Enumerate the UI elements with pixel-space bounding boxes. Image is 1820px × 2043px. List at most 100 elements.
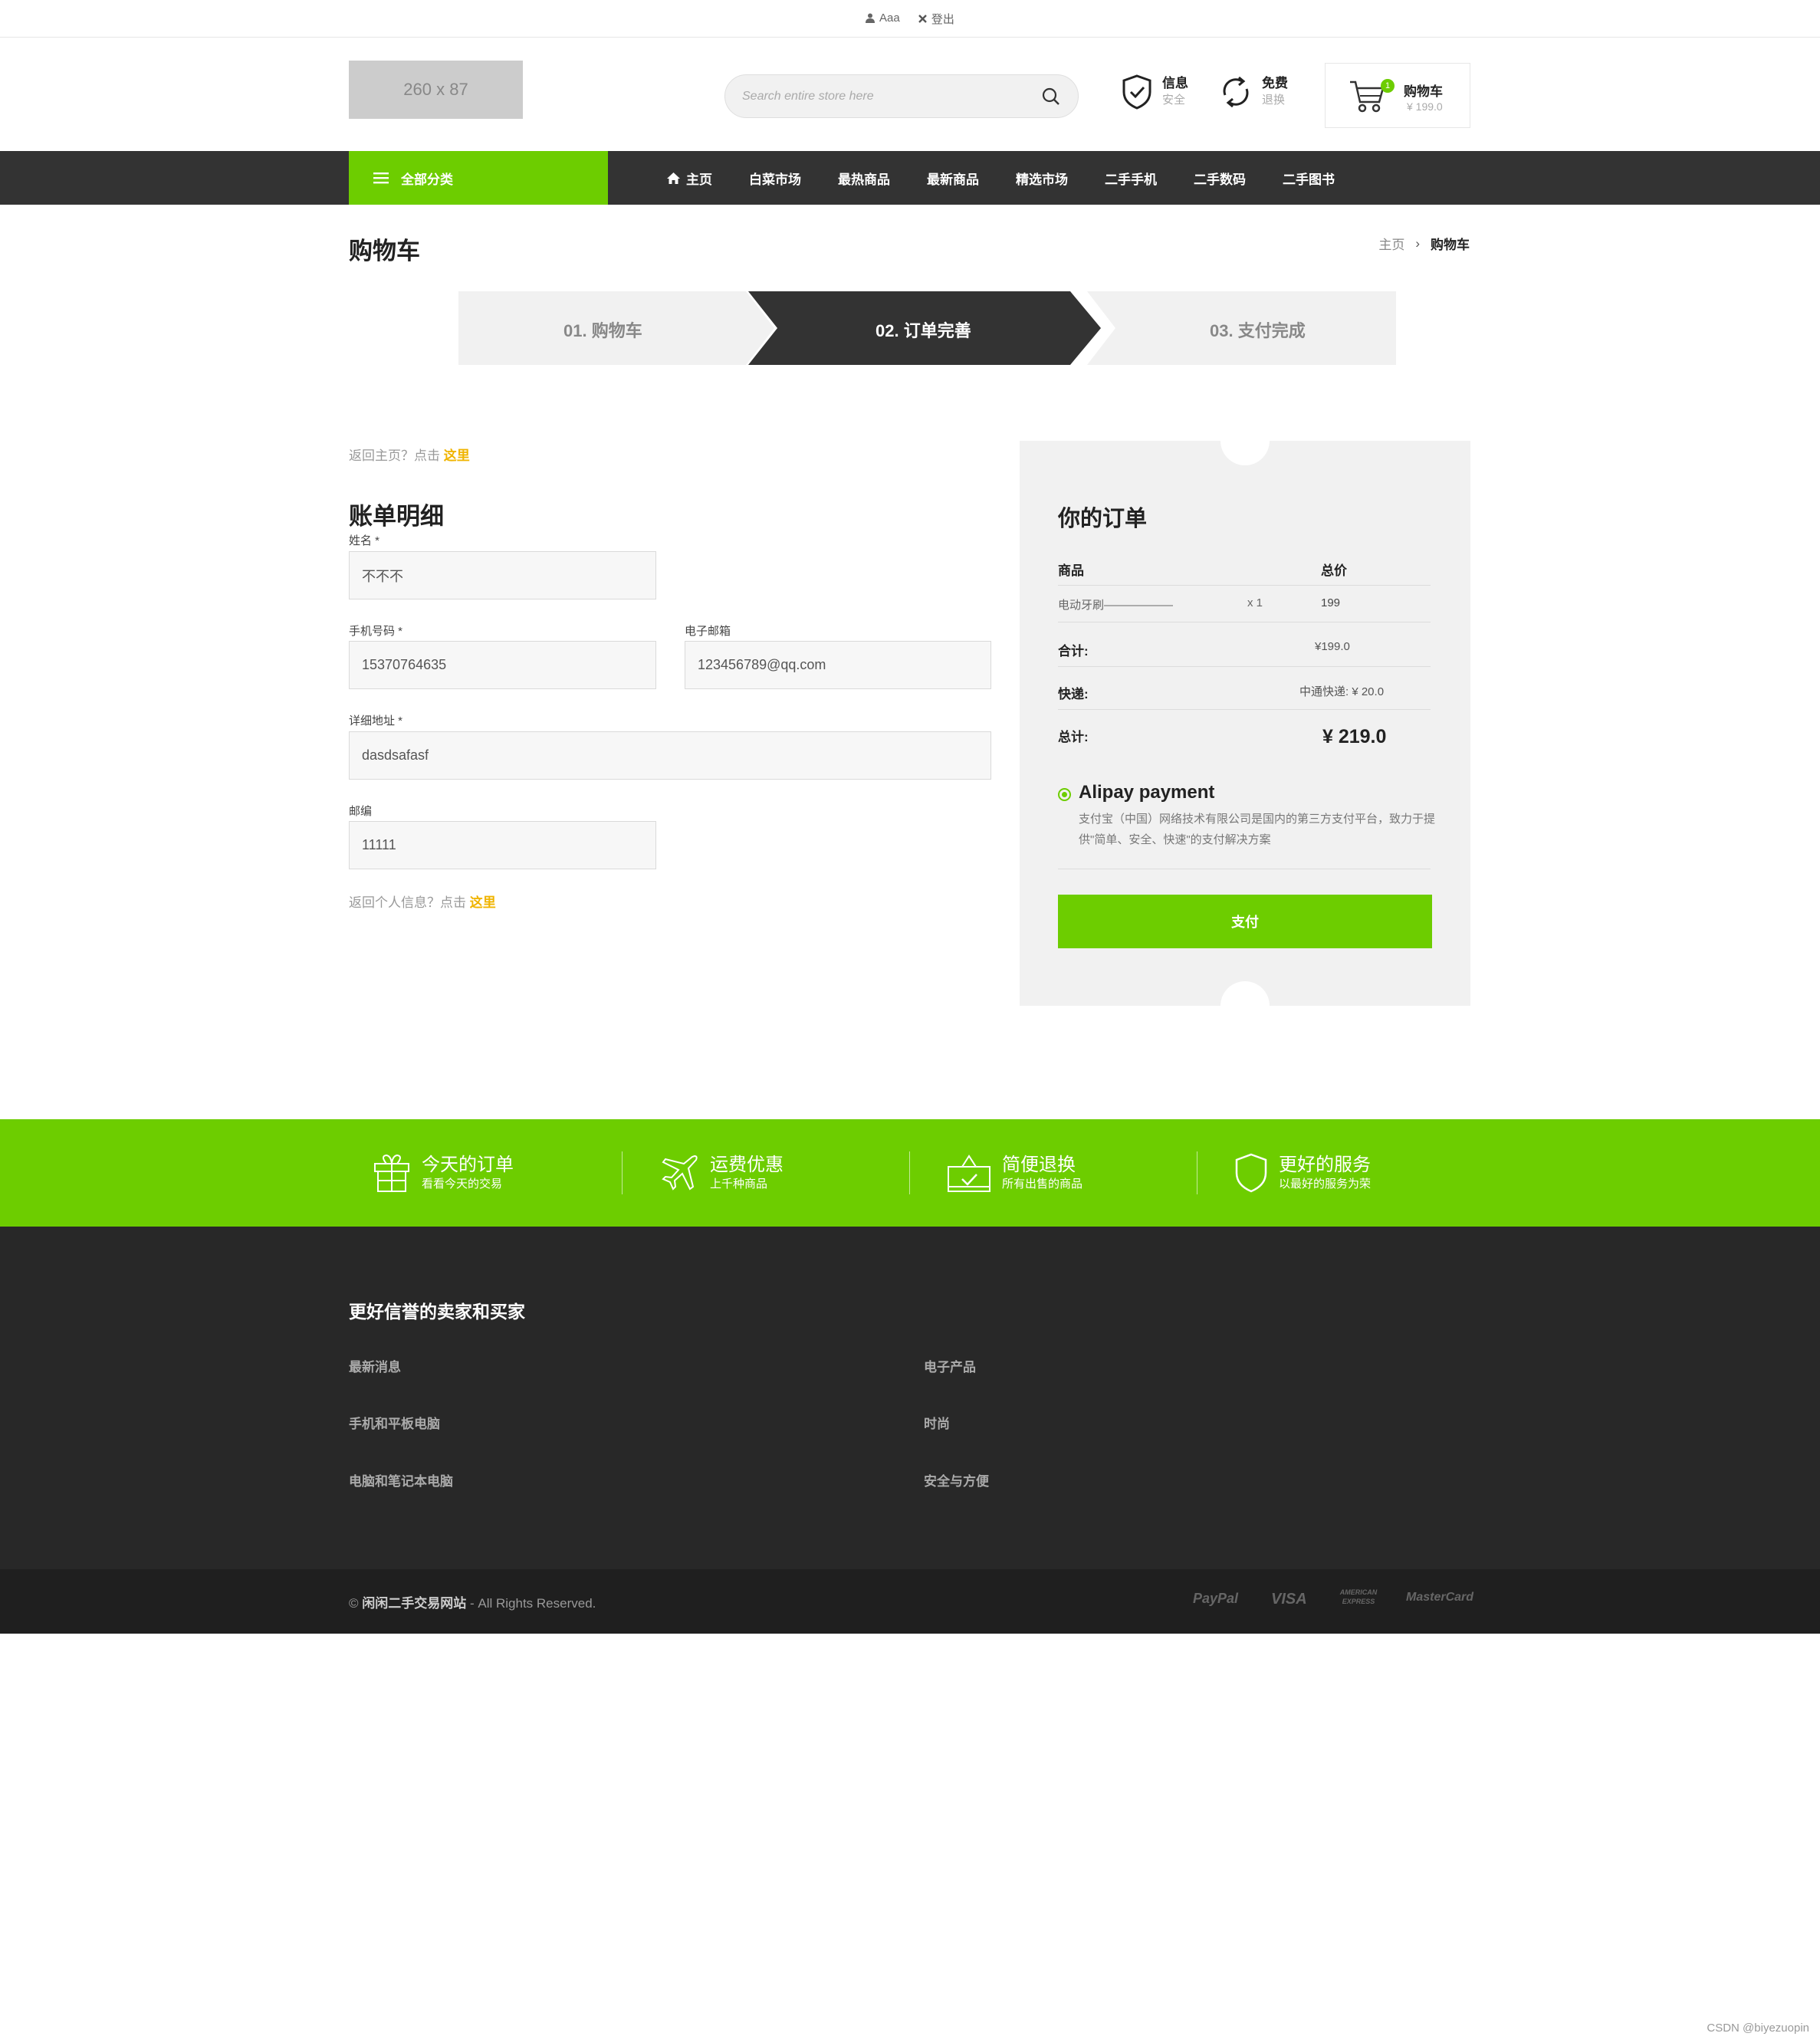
footer-link[interactable]: 电子产品 — [924, 1356, 976, 1375]
feature-exchange: 免费 退换 — [1219, 73, 1288, 111]
feature-sub: 看看今天的交易 — [422, 1178, 503, 1191]
feature-divider — [622, 1151, 623, 1194]
user-name: Aaa — [879, 11, 900, 25]
total-value: ¥ 219.0 — [1322, 726, 1387, 747]
back-home-link[interactable]: 这里 — [444, 448, 470, 463]
ticket-notch-bottom — [1220, 981, 1270, 1030]
all-categories-button[interactable]: 全部分类 — [349, 151, 608, 205]
shield-check-icon — [1122, 74, 1151, 110]
nav-item-phones[interactable]: 二手手机 — [1105, 169, 1157, 188]
feature-sub: 以最好的服务为荣 — [1279, 1178, 1372, 1191]
address-label: 详细地址 * — [349, 714, 403, 728]
nav-item-books[interactable]: 二手图书 — [1283, 169, 1335, 188]
user-icon — [866, 13, 876, 23]
order-summary: 你的订单 商品 总价 电动牙刷—————— x 1 199 合计: ¥199.0… — [1020, 416, 1470, 1030]
nav-item-hot[interactable]: 最热商品 — [838, 169, 890, 188]
footer-bottom: © 闲闲二手交易网站 - All Rights Reserved. PayPal… — [0, 1569, 1820, 1634]
step-order: 02. 订单完善 — [876, 321, 971, 340]
search-box — [724, 74, 1079, 118]
phone-field[interactable] — [349, 641, 656, 689]
user-link[interactable]: Aaa — [866, 11, 900, 25]
feature-returns: 简便退换 所有出售的商品 — [947, 1150, 1082, 1196]
back-home-text: 返回主页？点击 这里 — [349, 445, 470, 464]
visa-logo: VISA — [1271, 1591, 1307, 1608]
footer-link[interactable]: 时尚 — [924, 1413, 950, 1432]
nav-item-new[interactable]: 最新商品 — [927, 169, 979, 188]
back-info-link[interactable]: 这里 — [470, 895, 496, 910]
feature-exchange-title: 免费 — [1262, 76, 1288, 90]
billing-title: 账单明细 — [349, 503, 444, 530]
logo-placeholder[interactable]: 260 x 87 — [349, 61, 523, 119]
feature-divider — [909, 1151, 910, 1194]
cart-title: 购物车 — [1404, 84, 1443, 99]
feature-shipping: 运费优惠 上千种商品 — [659, 1150, 784, 1196]
feature-security-title: 信息 — [1162, 76, 1188, 90]
item-price: 199 — [1321, 596, 1341, 609]
ticket-notch-top — [1220, 416, 1270, 465]
feature-title: 运费优惠 — [710, 1155, 784, 1175]
shipping-label: 快递: — [1058, 687, 1089, 701]
cart-price: ¥ 199.0 — [1407, 100, 1443, 113]
feature-title: 简便退换 — [1002, 1155, 1076, 1175]
payment-description: 支付宝（中国）网络技术有限公司是国内的第三方支付平台，致力于提供"简单、安全、快… — [1079, 813, 1436, 846]
col-product: 商品 — [1058, 563, 1084, 578]
search-input[interactable] — [742, 86, 1018, 107]
feature-security-sub: 安全 — [1162, 94, 1186, 107]
search-icon[interactable] — [1041, 87, 1061, 107]
feature-service: 更好的服务 以最好的服务为荣 — [1234, 1150, 1371, 1196]
feature-security: 信息 安全 — [1121, 73, 1188, 111]
back-info-prefix: 返回个人信息？点击 — [349, 895, 466, 910]
footer-link[interactable]: 手机和平板电脑 — [349, 1413, 440, 1432]
breadcrumb-current: 购物车 — [1431, 238, 1470, 252]
return-box-icon — [948, 1155, 990, 1192]
feature-today-orders: 今天的订单 看看今天的交易 — [373, 1150, 514, 1196]
pay-button[interactable]: 支付 — [1058, 895, 1432, 948]
phone-label: 手机号码 * — [349, 625, 403, 638]
shipping-value: 中通快递: ¥ 20.0 — [1299, 685, 1385, 698]
email-field[interactable] — [685, 641, 991, 689]
footer-heading: 更好信誉的卖家和买家 — [349, 1302, 525, 1322]
footer: 更好信誉的卖家和买家 最新消息 手机和平板电脑 电脑和笔记本电脑 电子产品 时尚… — [0, 1227, 1820, 1569]
logout-link[interactable]: 登出 — [918, 11, 954, 27]
home-icon — [667, 172, 680, 184]
feature-sub: 上千种商品 — [710, 1178, 768, 1191]
cart-count-badge: 1 — [1381, 79, 1395, 93]
mastercard-logo: MasterCard — [1406, 1591, 1474, 1604]
name-label: 姓名 * — [349, 534, 380, 547]
address-field[interactable] — [349, 731, 991, 780]
payment-method-title[interactable]: Alipay payment — [1079, 782, 1214, 803]
subtotal-label: 合计: — [1058, 644, 1089, 659]
nav-item-label: 主页 — [686, 172, 712, 187]
name-field[interactable] — [349, 551, 656, 599]
step-cart: 01. 购物车 — [563, 321, 642, 340]
nav-item-digital[interactable]: 二手数码 — [1194, 169, 1246, 188]
copyright: © 闲闲二手交易网站 - All Rights Reserved. — [349, 1592, 596, 1611]
feature-title: 今天的订单 — [422, 1155, 514, 1175]
nav-item-home[interactable]: 主页 — [667, 169, 712, 188]
footer-link[interactable]: 最新消息 — [349, 1356, 401, 1375]
logout-label: 登出 — [931, 13, 954, 26]
item-qty: x 1 — [1247, 596, 1263, 609]
cart-icon — [1350, 80, 1385, 113]
checkout-steps: 01. 购物车 02. 订单完善 03. 支付完成 — [458, 291, 1396, 365]
feature-title: 更好的服务 — [1279, 1155, 1371, 1175]
nav-item-featured[interactable]: 精选市场 — [1016, 169, 1068, 188]
refresh-icon — [1223, 76, 1249, 108]
zip-field[interactable] — [349, 821, 656, 869]
nav-item-bargain[interactable]: 白菜市场 — [749, 169, 801, 188]
footer-link[interactable]: 安全与方便 — [924, 1470, 989, 1490]
gift-icon — [374, 1154, 409, 1192]
shield-icon — [1235, 1153, 1267, 1193]
footer-link[interactable]: 电脑和笔记本电脑 — [349, 1470, 453, 1490]
copyright-site: 闲闲二手交易网站 — [362, 1596, 467, 1611]
step-payment: 03. 支付完成 — [1210, 321, 1306, 340]
airplane-icon — [662, 1155, 698, 1191]
cart-button[interactable]: 1 购物车 ¥ 199.0 — [1325, 63, 1470, 128]
watermark: CSDN @biyezuopin — [1707, 2022, 1809, 2035]
breadcrumb-home[interactable]: 主页 — [1378, 234, 1404, 253]
payment-radio[interactable] — [1058, 788, 1071, 801]
chevron-right-icon: › — [1415, 235, 1420, 251]
top-bar: Aaa 登出 — [0, 0, 1820, 38]
amex-logo: AMERICAN EXPRESS — [1339, 1588, 1378, 1605]
page-title: 购物车 — [349, 238, 420, 264]
